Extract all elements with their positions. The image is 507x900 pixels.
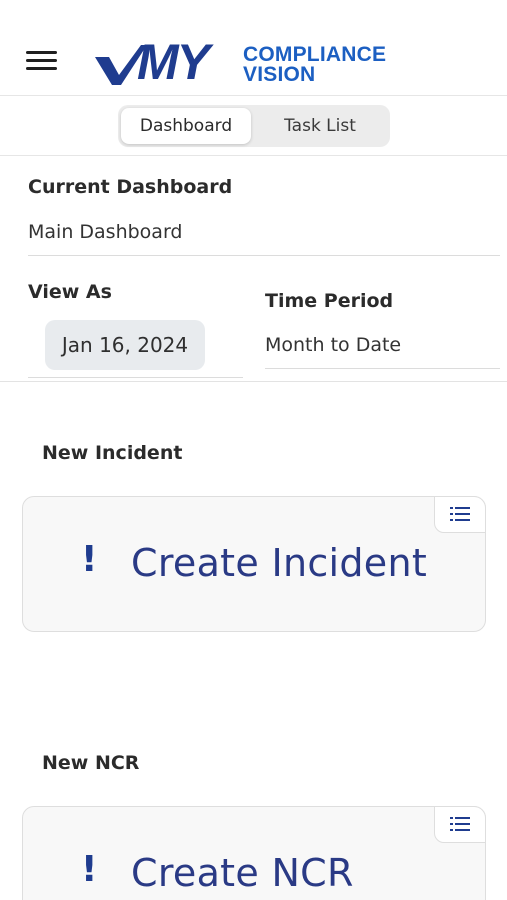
create-ncr-label: Create NCR	[131, 851, 354, 895]
view-as-label: View As	[28, 281, 112, 303]
logo-line-compliance: COMPLIANCE	[243, 43, 387, 66]
logo-line-vision: VISION	[243, 63, 316, 86]
view-as-underline	[28, 377, 243, 378]
exclamation-icon: !	[81, 539, 98, 580]
list-icon	[450, 816, 470, 833]
current-dashboard-select[interactable]: Main Dashboard	[28, 221, 182, 243]
list-icon	[450, 506, 470, 523]
current-dashboard-label: Current Dashboard	[28, 176, 233, 198]
create-incident-card[interactable]: ! Create Incident	[22, 496, 486, 632]
card-menu-button[interactable]	[434, 496, 486, 533]
create-ncr-card[interactable]: ! Create NCR	[22, 806, 486, 900]
card-menu-button[interactable]	[434, 806, 486, 843]
logo-wordmark: COMPLIANCE VISION	[243, 43, 387, 86]
segmented-control: Dashboard Task List	[118, 105, 390, 147]
new-ncr-title: New NCR	[42, 752, 140, 774]
tab-dashboard[interactable]: Dashboard	[121, 108, 251, 144]
tab-bar: Dashboard Task List	[0, 96, 507, 156]
app-logo: MY COMPLIANCE VISION	[95, 37, 425, 87]
app-header: MY COMPLIANCE VISION	[0, 0, 507, 96]
time-period-select[interactable]: Month to Date	[265, 334, 401, 356]
tab-task-list[interactable]: Task List	[254, 108, 386, 144]
time-period-underline	[265, 368, 500, 369]
hamburger-menu-icon[interactable]	[26, 51, 57, 71]
create-incident-label: Create Incident	[131, 541, 428, 585]
exclamation-icon: !	[81, 849, 98, 890]
view-as-date-picker[interactable]: Jan 16, 2024	[45, 320, 205, 370]
logo-my-text: MY	[137, 34, 210, 90]
current-dashboard-underline	[28, 255, 500, 256]
new-incident-title: New Incident	[42, 442, 183, 464]
time-period-label: Time Period	[265, 290, 394, 312]
section-divider	[0, 381, 507, 382]
